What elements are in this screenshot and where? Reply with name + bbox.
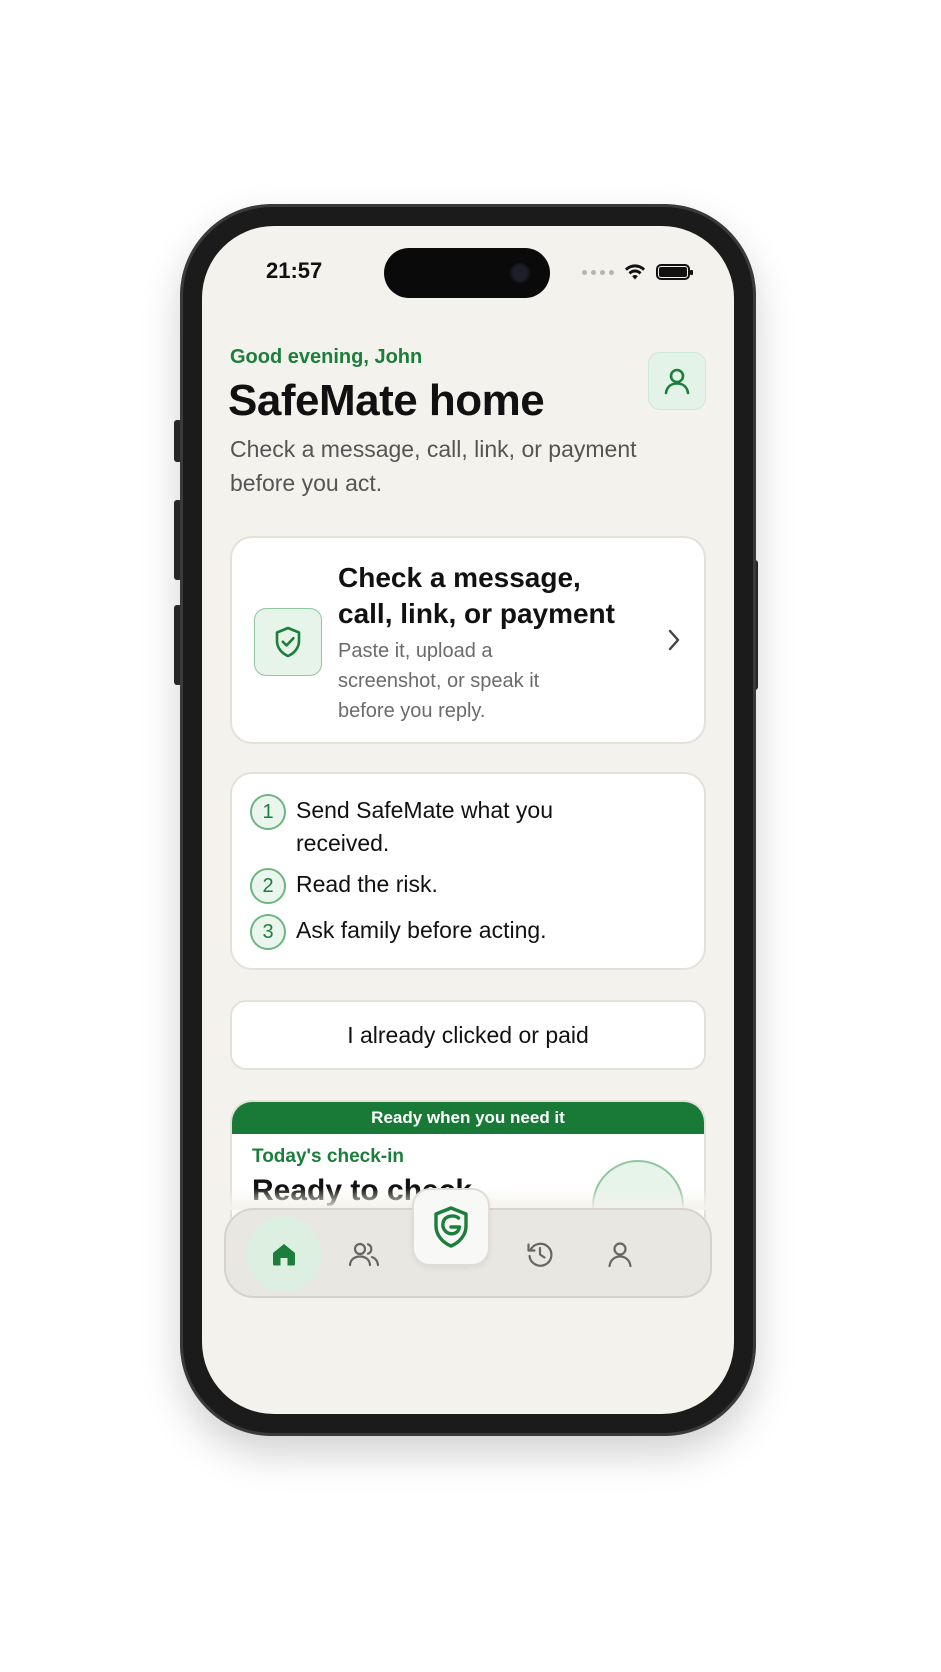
step-text: Send SafeMate what you received. <box>296 797 553 856</box>
page-subtitle: Check a message, call, link, or payment … <box>230 436 637 496</box>
profile-icon <box>608 1242 632 1268</box>
check-card-description: Paste it, upload a screenshot, or speak … <box>338 640 540 722</box>
step-number: 3 <box>250 914 286 950</box>
steps-card: 1 Send SafeMate what you received. 2 Rea… <box>230 772 706 970</box>
step-item: 1 Send SafeMate what you received. <box>250 794 596 860</box>
check-card-title: Check a message, call, link, or payment <box>338 562 615 629</box>
already-clicked-button[interactable]: I already clicked or paid <box>230 1000 706 1070</box>
step-text: Ask family before acting. <box>296 917 547 943</box>
chevron-right-icon <box>668 629 680 651</box>
phone-screen: 21:57 Good evening, John SafeMate home C… <box>202 226 734 1414</box>
home-icon <box>273 1244 295 1266</box>
user-icon <box>664 368 690 395</box>
profile-button[interactable] <box>648 352 706 410</box>
battery-icon <box>656 264 693 280</box>
tab-family[interactable] <box>326 1216 402 1292</box>
tab-profile[interactable] <box>582 1216 658 1292</box>
phone-frame: 21:57 Good evening, John SafeMate home C… <box>180 204 756 1436</box>
checkin-label: Today's check-in <box>252 1146 404 1167</box>
page-title: SafeMate home <box>228 376 545 425</box>
wifi-icon <box>625 264 645 280</box>
camera-icon <box>512 265 528 281</box>
step-number: 2 <box>250 868 286 904</box>
tab-home[interactable] <box>246 1216 322 1292</box>
check-message-card[interactable]: Check a message, call, link, or payment … <box>230 536 706 744</box>
dynamic-island <box>384 248 550 298</box>
shield-check-icon <box>434 1206 468 1248</box>
step-item: 3 Ask family before acting. <box>250 914 596 950</box>
checkin-banner: Ready when you need it <box>232 1102 704 1134</box>
family-icon <box>348 1242 380 1267</box>
step-text: Read the risk. <box>296 871 438 897</box>
history-icon <box>527 1242 553 1267</box>
step-item: 2 Read the risk. <box>250 868 596 904</box>
stage: 21:57 Good evening, John SafeMate home C… <box>0 0 941 1672</box>
signal-dots-icon <box>582 269 614 275</box>
step-number: 1 <box>250 794 286 830</box>
tab-check[interactable] <box>412 1188 490 1266</box>
shield-box <box>254 608 322 676</box>
status-time: 21:57 <box>266 258 323 283</box>
status-icons <box>582 260 693 284</box>
shield-check-icon <box>275 626 301 658</box>
tab-history[interactable] <box>502 1216 578 1292</box>
greeting: Good evening, John <box>230 346 423 368</box>
